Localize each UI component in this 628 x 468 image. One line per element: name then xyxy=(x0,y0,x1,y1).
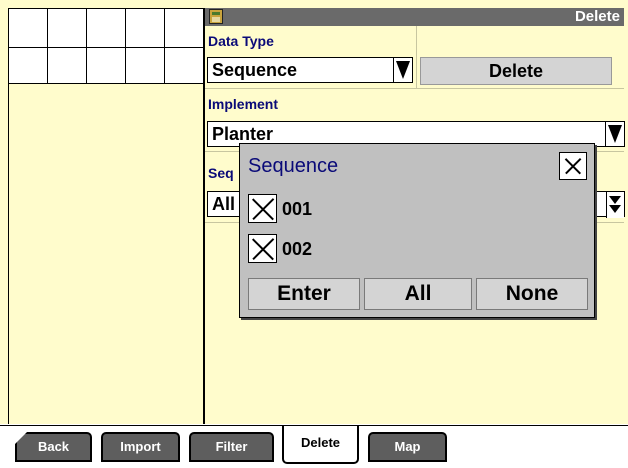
enter-button[interactable]: Enter xyxy=(248,278,360,310)
dialog-title: Sequence xyxy=(248,155,339,177)
double-chevron-down-icon[interactable] xyxy=(606,192,624,218)
sequence-checkbox-001[interactable] xyxy=(248,194,277,223)
tab-delete[interactable]: Delete xyxy=(282,426,359,464)
summary-grid xyxy=(8,8,204,84)
implement-value: Planter xyxy=(212,124,274,144)
title-bar: Delete xyxy=(205,8,624,26)
implement-label: Implement xyxy=(208,96,279,112)
page-title: Delete xyxy=(574,8,620,25)
tab-back[interactable]: Back xyxy=(15,432,92,462)
dropdown-arrow-icon[interactable] xyxy=(605,122,624,146)
close-icon xyxy=(565,158,581,174)
dropdown-arrow-icon[interactable] xyxy=(393,58,412,82)
sequence-label: Seq xyxy=(208,165,234,181)
divider xyxy=(205,88,624,89)
delete-button[interactable]: Delete xyxy=(420,57,612,85)
tab-filter[interactable]: Filter xyxy=(189,432,274,462)
data-type-dropdown[interactable]: Sequence xyxy=(207,57,413,83)
data-type-label: Data Type xyxy=(208,33,274,49)
column-divider xyxy=(416,26,417,88)
select-none-button[interactable]: None xyxy=(476,278,588,310)
sequence-value: All xyxy=(212,194,236,214)
sequence-dialog: Sequence 001 002 Enter All None xyxy=(239,143,595,318)
sequence-item-label: 002 xyxy=(282,239,313,259)
tab-import[interactable]: Import xyxy=(101,432,180,462)
check-x-icon xyxy=(252,238,274,260)
field-app-icon xyxy=(209,9,223,24)
tab-map[interactable]: Map xyxy=(368,432,447,462)
select-all-button[interactable]: All xyxy=(364,278,472,310)
check-x-icon xyxy=(252,198,274,220)
bottom-tab-bar: Back Import Filter Delete Map xyxy=(0,424,628,468)
sequence-checkbox-002[interactable] xyxy=(248,234,277,263)
sequence-item-label: 001 xyxy=(282,199,313,219)
data-type-value: Sequence xyxy=(212,60,298,80)
close-button[interactable] xyxy=(559,152,587,180)
delete-screen: Delete Data Type Sequence Delete Impleme… xyxy=(0,0,628,468)
left-panel xyxy=(8,84,204,425)
panel-divider xyxy=(204,8,205,425)
